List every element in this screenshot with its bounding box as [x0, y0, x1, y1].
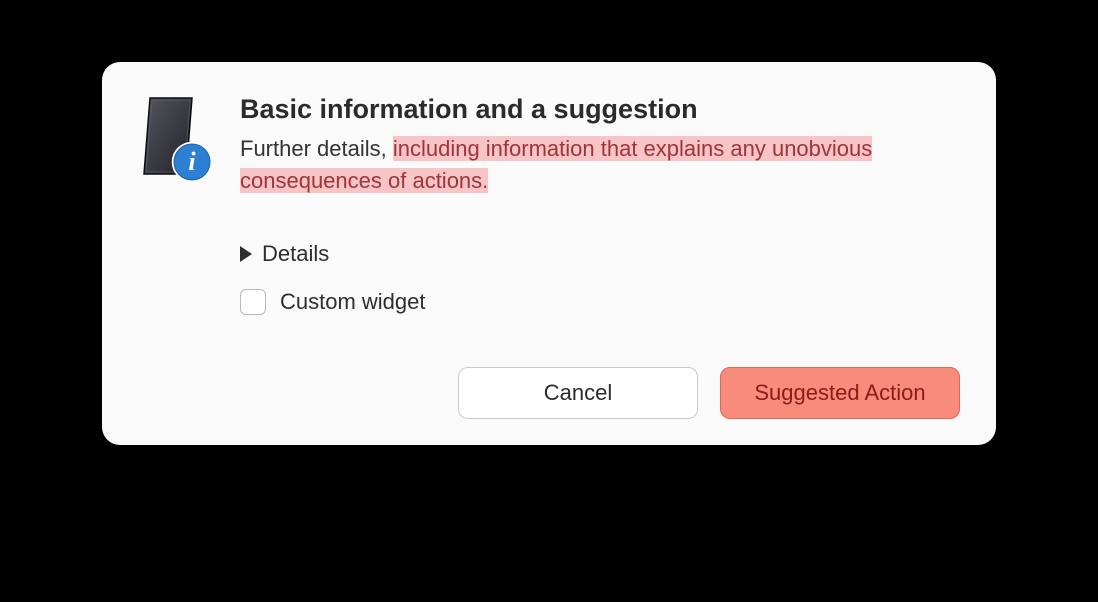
dialog-buttons: Cancel Suggested Action [240, 367, 960, 419]
info-dialog: i Basic information and a suggestion Fur… [102, 62, 996, 445]
dialog-content: Basic information and a suggestion Furth… [240, 94, 960, 419]
custom-widget-option[interactable]: Custom widget [240, 289, 960, 315]
custom-widget-checkbox[interactable] [240, 289, 266, 315]
dialog-title: Basic information and a suggestion [240, 94, 960, 125]
dialog-controls: Details Custom widget [240, 239, 960, 315]
cancel-button[interactable]: Cancel [458, 367, 698, 419]
suggested-action-button[interactable]: Suggested Action [720, 367, 960, 419]
dialog-icon-area: i [138, 94, 212, 419]
dialog-description: Further details, including information t… [240, 133, 960, 197]
phone-info-icon: i [138, 96, 212, 186]
description-plain: Further details, [240, 136, 393, 161]
chevron-right-icon [240, 246, 252, 262]
svg-text:i: i [188, 147, 196, 176]
details-disclosure[interactable]: Details [240, 239, 329, 269]
details-label: Details [262, 241, 329, 267]
custom-widget-label: Custom widget [280, 289, 426, 315]
